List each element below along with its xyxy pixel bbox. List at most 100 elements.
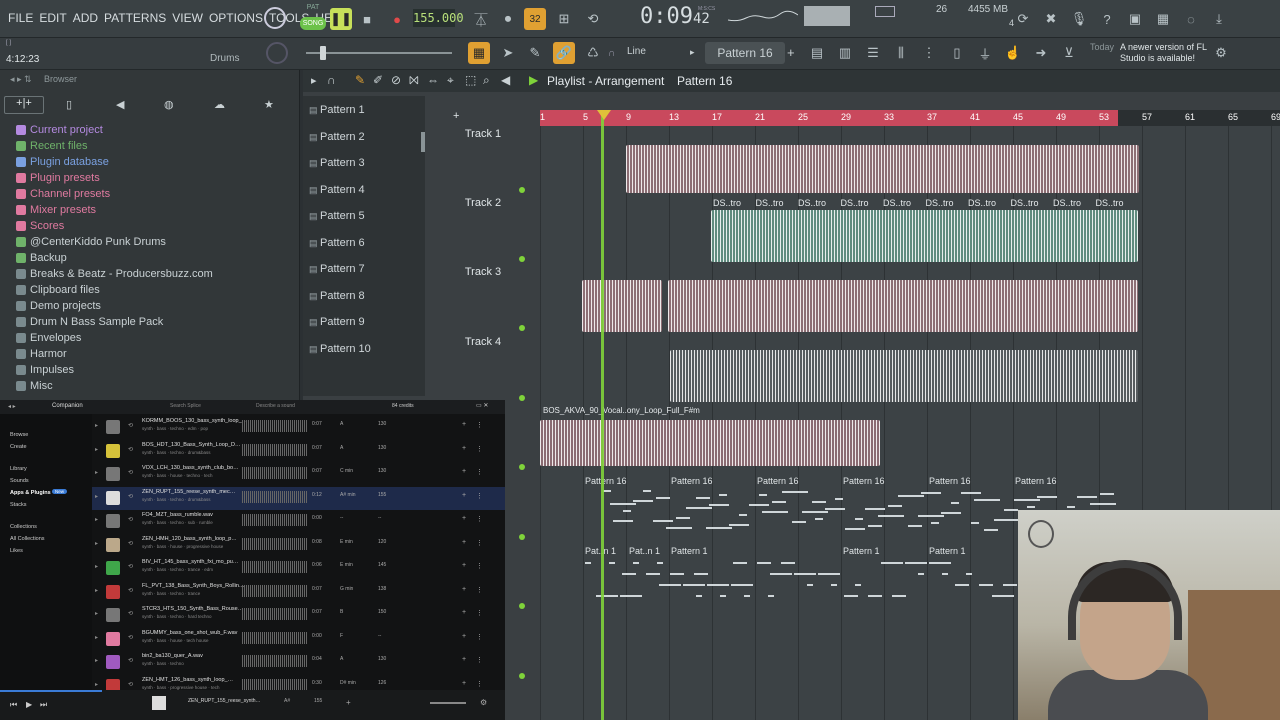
row-play-icon[interactable]: ▸ bbox=[95, 540, 98, 547]
sound-waveform[interactable] bbox=[242, 420, 308, 432]
sound-name[interactable]: STCR3_HTS_150_Synth_Bass_Rouse… bbox=[142, 606, 243, 612]
pattern-list-item[interactable]: Pattern 3 bbox=[309, 157, 365, 169]
menu-view[interactable]: VIEW bbox=[172, 11, 203, 25]
row-add-icon[interactable]: + bbox=[462, 656, 466, 663]
row-add-icon[interactable]: + bbox=[462, 680, 466, 687]
slip-icon[interactable]: ⇔ bbox=[427, 73, 439, 87]
touch-icon[interactable]: ☝ bbox=[1002, 42, 1024, 64]
piano-roll-icon[interactable]: ▥ bbox=[834, 42, 856, 64]
row-more-icon[interactable]: ⋮ bbox=[476, 562, 483, 570]
snap-select[interactable]: Line bbox=[627, 46, 646, 57]
track-led[interactable] bbox=[519, 395, 525, 401]
track-led[interactable] bbox=[519, 464, 525, 470]
sound-waveform[interactable] bbox=[242, 631, 308, 644]
browser-globe-icon[interactable]: ◍ bbox=[164, 98, 174, 111]
row-add-icon[interactable]: + bbox=[462, 609, 466, 616]
row-more-icon[interactable]: ⋮ bbox=[476, 539, 483, 547]
row-more-icon[interactable]: ⋮ bbox=[476, 656, 483, 664]
time-format[interactable]: M:S:CS bbox=[698, 6, 715, 12]
pattern-list-item[interactable]: Pattern 10 bbox=[309, 343, 371, 355]
sound-name[interactable]: VOX_LCH_130_bass_synth_club_bo… bbox=[142, 465, 239, 471]
song-mode-toggle[interactable]: SONG bbox=[300, 17, 326, 30]
save-icon[interactable]: ▣ bbox=[1124, 8, 1146, 30]
row-play-icon[interactable]: ▸ bbox=[95, 563, 98, 570]
brush-icon[interactable]: ✐ bbox=[373, 73, 383, 87]
sound-row[interactable]: ▸ ⟲ FO4_MZT_bass_rumble.wav synth · bass · … bbox=[92, 510, 505, 533]
row-add-icon[interactable]: + bbox=[462, 539, 466, 546]
track-led[interactable] bbox=[519, 187, 525, 193]
companion-window-icons[interactable]: ▭ ✕ bbox=[476, 402, 488, 409]
refresh-icon[interactable]: ⟳ bbox=[1012, 8, 1034, 30]
browser-file-icon[interactable]: ▯ bbox=[66, 98, 72, 111]
companion-nav-item[interactable]: Apps & Plugins bbox=[10, 490, 51, 496]
playhead[interactable] bbox=[601, 110, 604, 720]
row-more-icon[interactable]: ⋮ bbox=[476, 633, 483, 641]
play-arrow-icon[interactable]: ➤ bbox=[497, 42, 519, 64]
track2-clip[interactable] bbox=[711, 210, 1138, 262]
pattern-list-item[interactable]: Pattern 2 bbox=[309, 131, 365, 143]
sound-waveform[interactable] bbox=[242, 537, 308, 550]
browser-item[interactable]: Plugin presets bbox=[16, 172, 100, 184]
track-led[interactable] bbox=[519, 325, 525, 331]
browser-item[interactable]: Breaks & Beatz - Producersbuzz.com bbox=[16, 268, 213, 280]
pattern1-clip[interactable]: Pat..n 1 bbox=[629, 546, 660, 556]
speaker-icon[interactable]: ◀ bbox=[501, 73, 510, 87]
browser-item[interactable]: Mixer presets bbox=[16, 204, 96, 216]
track1-clip[interactable] bbox=[626, 145, 1139, 193]
sound-name[interactable]: bin2_ba130_quer_A.wav bbox=[142, 653, 203, 659]
track-header[interactable]: Track 1 bbox=[428, 128, 538, 140]
row-play-icon[interactable]: ▸ bbox=[95, 681, 98, 688]
row-play-icon[interactable]: ▸ bbox=[95, 493, 98, 500]
browser-item[interactable]: Channel presets bbox=[16, 188, 110, 200]
companion-nav-item[interactable]: Stacks bbox=[10, 502, 27, 508]
companion-nav-item[interactable]: Create bbox=[10, 444, 27, 450]
companion-nav-icons[interactable]: ◂ ▸ bbox=[8, 403, 16, 410]
browser-item[interactable]: Clipboard files bbox=[16, 284, 100, 296]
pattern-list-item[interactable]: Pattern 9 bbox=[309, 316, 365, 328]
row-add-icon[interactable]: + bbox=[462, 586, 466, 593]
news-text[interactable]: A newer version of FL Studio is availabl… bbox=[1120, 42, 1210, 64]
pattern16-clip[interactable]: Pattern 16 bbox=[585, 476, 627, 486]
row-more-icon[interactable]: ⋮ bbox=[476, 421, 483, 429]
sound-waveform[interactable] bbox=[242, 467, 308, 479]
pattern-list-item[interactable]: Pattern 5 bbox=[309, 210, 365, 222]
channel-rack-icon[interactable]: ▤ bbox=[806, 42, 828, 64]
timeline-ruler[interactable]: 1 5 9 13 17 21 25 29 33 37 41 45 49 53 57 61 65 69 bbox=[540, 110, 1280, 126]
row-play-icon[interactable]: ▸ bbox=[95, 516, 98, 523]
record-button[interactable]: ● bbox=[386, 8, 408, 30]
row-more-icon[interactable]: ⋮ bbox=[476, 468, 483, 476]
link-icon[interactable]: 🔗 bbox=[553, 42, 575, 64]
sound-row[interactable]: ▸ ⟲ KORMM_BOOS_130_bass_synth_loop_… synth … bbox=[92, 416, 505, 439]
mixer-icon[interactable]: ⫼ bbox=[890, 42, 912, 64]
pause-button[interactable]: ❚❚ bbox=[330, 8, 352, 30]
plugin-icon[interactable]: ▦ bbox=[1152, 8, 1174, 30]
master-volume-slider[interactable] bbox=[306, 52, 452, 54]
row-add-icon[interactable]: + bbox=[462, 562, 466, 569]
sound-row[interactable]: ▸ ⟲ ZEN_HMH_120_bass_synth_loop_p… synth · … bbox=[92, 534, 505, 557]
pattern1-clip[interactable]: Pattern 1 bbox=[929, 546, 966, 556]
row-play-icon[interactable]: ▸ bbox=[95, 634, 98, 641]
stop-button[interactable]: ■ bbox=[356, 8, 378, 30]
pencil-icon[interactable]: ✎ bbox=[355, 73, 365, 87]
sound-waveform[interactable] bbox=[242, 514, 308, 526]
menu-patterns[interactable]: PATTERNS bbox=[104, 11, 166, 25]
browser-item[interactable]: Demo projects bbox=[16, 300, 101, 312]
pattern16-clip[interactable]: Pattern 16 bbox=[929, 476, 971, 486]
sound-waveform[interactable] bbox=[242, 443, 308, 456]
pattern-prev-icon[interactable]: ▸ bbox=[690, 47, 695, 58]
player-volume-slider[interactable] bbox=[430, 702, 466, 704]
sound-waveform[interactable] bbox=[242, 678, 308, 691]
pattern-list-item[interactable]: Pattern 4 bbox=[309, 184, 365, 196]
sound-name[interactable]: KORMM_BOOS_130_bass_synth_loop_… bbox=[142, 418, 247, 424]
loop-record-icon[interactable]: ⟲ bbox=[582, 8, 604, 30]
browser-item[interactable]: Impulses bbox=[16, 364, 74, 376]
pattern-list-scrollbar[interactable] bbox=[421, 132, 425, 152]
companion-nav-item[interactable]: Browse bbox=[10, 432, 28, 438]
stamp-icon[interactable]: ♺ bbox=[582, 42, 604, 64]
browser-speaker-icon[interactable]: ◀ bbox=[116, 98, 124, 111]
sound-name[interactable]: BGUMMY_bass_one_shot_wub_F.wav bbox=[142, 630, 237, 636]
browser-item[interactable]: Scores bbox=[16, 220, 64, 232]
browser-icon[interactable]: ☰ bbox=[862, 42, 884, 64]
add-track-button[interactable]: + bbox=[453, 110, 459, 122]
sound-name[interactable]: ZEN_RUPT_155_reese_synth_mec… bbox=[142, 489, 235, 495]
